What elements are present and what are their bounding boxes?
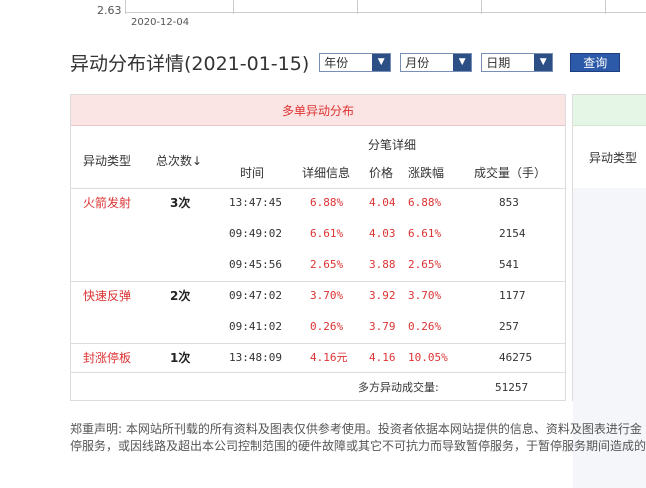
col-header-group: 分笔详细 bbox=[368, 138, 417, 152]
row-change: 6.61% bbox=[408, 227, 442, 240]
row-volume: 2154 bbox=[499, 227, 526, 240]
row-change: 2.65% bbox=[408, 258, 442, 271]
anomaly-type[interactable]: 封涨停板 bbox=[83, 343, 131, 373]
disclaimer-line: 停服务，或因线路及超出本公司控制范围的硬件故障或其它不可抗力而导致暂停服务，于暂… bbox=[70, 439, 646, 453]
month-select[interactable]: 月份 ▼ bbox=[400, 52, 473, 72]
title-row: 异动分布详情(2021-01-15) 年份 ▼ 月份 ▼ 日期 ▼ 查询 bbox=[70, 50, 621, 75]
chart-baseline bbox=[125, 12, 646, 13]
row-price: 3.79 bbox=[369, 320, 396, 333]
row-time: 13:47:45 bbox=[229, 196, 282, 209]
row-change: 3.70% bbox=[408, 289, 442, 302]
panel2-col-header-type: 异动类型 bbox=[589, 151, 638, 165]
row-volume: 1177 bbox=[499, 289, 526, 302]
row-price: 4.04 bbox=[369, 196, 396, 209]
row-time: 09:47:02 bbox=[229, 289, 282, 302]
col-header-count[interactable]: 总次数↓ bbox=[156, 152, 202, 169]
row-volume: 541 bbox=[499, 258, 519, 271]
panel-heading: 多单异动分布 bbox=[71, 95, 565, 126]
row-price: 4.16 bbox=[369, 351, 396, 364]
row-detail: 3.70% bbox=[310, 289, 344, 302]
chevron-down-icon[interactable]: ▼ bbox=[453, 53, 472, 71]
year-select-value: 年份 bbox=[324, 55, 349, 70]
anomaly-type[interactable]: 快速反弹 bbox=[83, 281, 131, 311]
row-detail: 6.88% bbox=[310, 196, 344, 209]
table-row: 09:41:02 0.26% 3.79 0.26% 257 bbox=[71, 312, 565, 342]
axis-date-label: 2020-12-04 bbox=[131, 17, 190, 28]
year-select[interactable]: 年份 ▼ bbox=[319, 52, 392, 72]
anomaly-type[interactable]: 火箭发射 bbox=[83, 188, 131, 218]
row-time: 09:49:02 bbox=[229, 227, 282, 240]
table-row: 火箭发射 3次 13:47:45 6.88% 4.04 6.88% 853 bbox=[71, 188, 565, 218]
row-time: 09:41:02 bbox=[229, 320, 282, 333]
col-header-change: 涨跌幅 bbox=[408, 166, 445, 180]
col-header-count-label: 总次数 bbox=[156, 154, 193, 168]
disclaimer: 郑重声明: 本网站所刊载的所有资料及图表仅供参考使用。投资者依据本网站提供的信息… bbox=[70, 421, 646, 455]
day-select[interactable]: 日期 ▼ bbox=[481, 52, 554, 72]
row-detail: 4.16元 bbox=[310, 351, 348, 364]
sort-arrow-icon: ↓ bbox=[192, 154, 203, 168]
total-row: 多方异动成交量: 51257 bbox=[71, 373, 565, 403]
col-header-time: 时间 bbox=[240, 166, 265, 180]
chart-strip: 2.63 2020-12-04 bbox=[0, 0, 646, 36]
row-time: 09:45:56 bbox=[229, 258, 282, 271]
long-anomaly-panel: 多单异动分布 异动类型 总次数↓ 分笔详细 时间 详细信息 价格 涨跌幅 成交量… bbox=[70, 94, 566, 401]
table-row: 封涨停板 1次 13:48:09 4.16元 4.16 10.05% 46275 bbox=[71, 343, 565, 373]
anomaly-count: 1次 bbox=[170, 351, 191, 365]
query-button[interactable]: 查询 bbox=[570, 52, 621, 72]
row-change: 10.05% bbox=[408, 351, 448, 364]
short-anomaly-panel: 异动类型 bbox=[572, 94, 646, 488]
row-volume: 853 bbox=[499, 196, 519, 209]
row-price: 3.88 bbox=[369, 258, 396, 271]
day-select-value: 日期 bbox=[486, 55, 511, 70]
row-price: 3.92 bbox=[369, 289, 396, 302]
col-header-price: 价格 bbox=[369, 166, 394, 180]
disclaimer-line: 郑重声明: 本网站所刊载的所有资料及图表仅供参考使用。投资者依据本网站提供的信息… bbox=[70, 422, 642, 436]
col-header-volume: 成交量（手） bbox=[474, 166, 547, 180]
row-price: 4.03 bbox=[369, 227, 396, 240]
chevron-down-icon[interactable]: ▼ bbox=[534, 53, 553, 71]
anomaly-count: 2次 bbox=[170, 289, 191, 303]
col-header-type: 异动类型 bbox=[83, 154, 132, 168]
row-detail: 2.65% bbox=[310, 258, 344, 271]
page-title: 异动分布详情(2021-01-15) bbox=[70, 52, 310, 75]
table-row: 09:49:02 6.61% 4.03 6.61% 2154 bbox=[71, 219, 565, 249]
row-volume: 46275 bbox=[499, 351, 533, 364]
month-select-value: 月份 bbox=[405, 55, 430, 70]
row-detail: 6.61% bbox=[310, 227, 344, 240]
row-volume: 257 bbox=[499, 320, 519, 333]
axis-value-label: 2.63 bbox=[97, 4, 122, 17]
total-label: 多方异动成交量: bbox=[358, 381, 439, 394]
col-header-detail: 详细信息 bbox=[302, 166, 351, 180]
table-row: 快速反弹 2次 09:47:02 3.70% 3.92 3.70% 1177 bbox=[71, 281, 565, 311]
anomaly-count: 3次 bbox=[170, 196, 191, 210]
total-value: 51257 bbox=[495, 381, 529, 394]
table-row: 09:45:56 2.65% 3.88 2.65% 541 bbox=[71, 250, 565, 280]
chevron-down-icon[interactable]: ▼ bbox=[372, 53, 391, 71]
table-header: 异动类型 总次数↓ 分笔详细 时间 详细信息 价格 涨跌幅 成交量（手） bbox=[71, 126, 565, 189]
row-detail: 0.26% bbox=[310, 320, 344, 333]
row-change: 6.88% bbox=[408, 196, 442, 209]
panel2-heading bbox=[573, 95, 646, 126]
row-change: 0.26% bbox=[408, 320, 442, 333]
row-time: 13:48:09 bbox=[229, 351, 282, 364]
